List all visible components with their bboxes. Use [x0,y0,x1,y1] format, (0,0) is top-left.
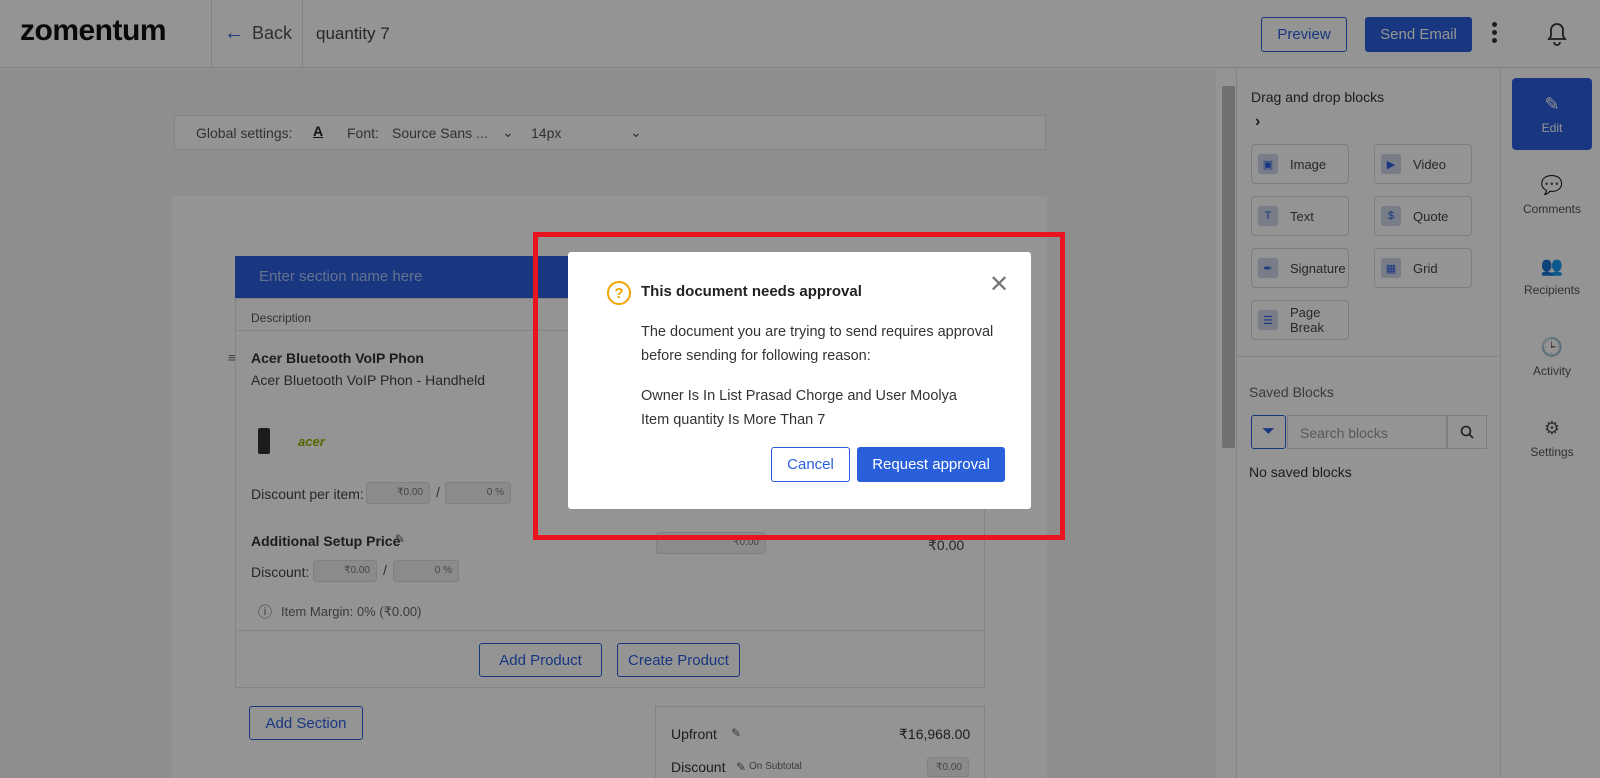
dialog-body: The document you are trying to send requ… [641,324,994,364]
cancel-button[interactable]: Cancel [771,447,850,482]
question-icon: ? [607,281,631,305]
dialog-title: This document needs approval [641,283,862,300]
dialog-reason-2: Item quantity Is More Than 7 [641,412,826,428]
close-icon[interactable]: ✕ [989,270,1009,299]
dialog-reason-1: Owner Is In List Prasad Chorge and User … [641,388,957,404]
request-approval-button[interactable]: Request approval [857,447,1005,482]
